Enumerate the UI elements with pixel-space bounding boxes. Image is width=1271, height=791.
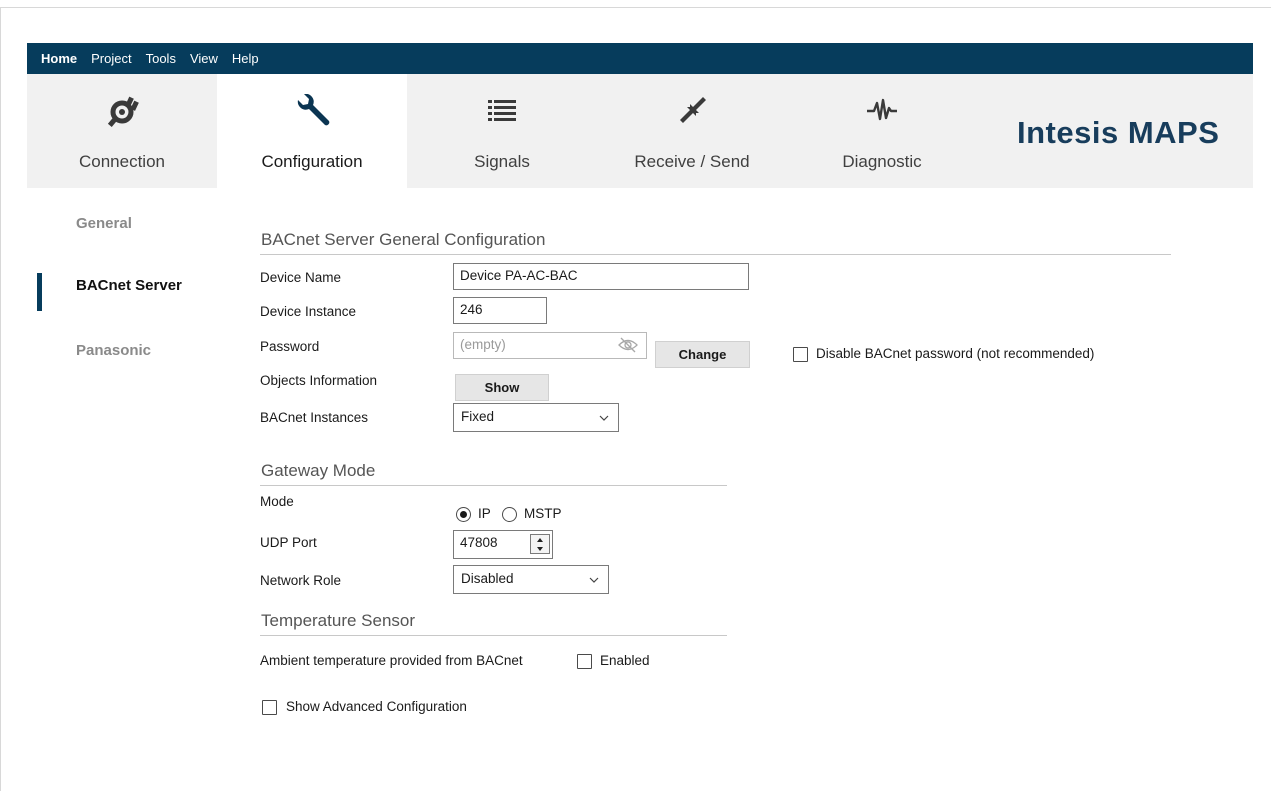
section-title-general: BACnet Server General Configuration [261,230,546,249]
tab-label: Receive / Send [634,152,750,171]
menu-project[interactable]: Project [91,51,131,66]
ribbon: Connection Configuration Signals Receive… [27,74,1253,188]
mode-ip-radio[interactable] [456,507,471,522]
stepper-down-icon[interactable] [531,544,549,553]
objects-info-label: Objects Information [260,373,378,388]
chevron-down-icon [598,412,610,427]
tab-receive-send[interactable]: Receive / Send [597,74,787,188]
section-title-temperature: Temperature Sensor [261,611,416,630]
network-role-label: Network Role [260,573,342,588]
tab-label: Configuration [261,152,363,171]
tab-label: Signals [474,152,530,171]
transfer-arrows-icon [597,94,787,128]
ambient-enabled-label: Enabled [600,653,650,668]
app-window: Home Project Tools View Help Connection [0,7,1271,791]
list-icon [407,94,597,128]
bacnet-instances-value: Fixed [461,409,495,424]
section-title-gateway: Gateway Mode [261,461,376,480]
tab-connection[interactable]: Connection [27,74,217,188]
show-advanced-label: Show Advanced Configuration [286,699,467,714]
device-name-label: Device Name [260,270,342,285]
network-role-value: Disabled [461,571,514,586]
section-divider [260,254,1171,255]
mode-label: Mode [260,494,294,509]
stepper-up-icon[interactable] [531,535,549,544]
menu-help[interactable]: Help [232,51,259,66]
ambient-enabled-checkbox[interactable] [577,654,592,669]
eye-hidden-icon[interactable] [618,336,638,357]
mode-mstp-label: MSTP [524,506,562,521]
tab-diagnostic[interactable]: Diagnostic [787,74,977,188]
udp-port-stepper[interactable] [530,534,550,554]
menu-tools[interactable]: Tools [146,51,176,66]
sidebar-item-panasonic[interactable]: Panasonic [76,342,151,359]
device-instance-label: Device Instance [260,304,357,319]
password-field[interactable]: (empty) [453,332,647,359]
bacnet-instances-select[interactable]: Fixed [453,403,619,432]
disable-password-label: Disable BACnet password (not recommended… [816,346,1095,361]
sidebar-item-general[interactable]: General [76,215,132,232]
menu-home[interactable]: Home [41,51,77,66]
sidebar-active-marker [37,273,42,311]
menu-view[interactable]: View [190,51,218,66]
chevron-down-icon [588,574,600,589]
change-password-button[interactable]: Change [655,341,750,368]
sidebar-item-bacnet-server[interactable]: BACnet Server [76,277,182,294]
network-role-select[interactable]: Disabled [453,565,609,594]
mode-ip-label: IP [478,506,491,521]
device-name-field[interactable]: Device PA-AC-BAC [453,263,749,290]
password-placeholder: (empty) [460,337,506,352]
show-objects-button[interactable]: Show [455,374,549,401]
show-advanced-checkbox[interactable] [262,700,277,715]
brand-logo: Intesis MAPS [1017,115,1220,150]
tab-configuration[interactable]: Configuration [217,74,407,188]
udp-port-label: UDP Port [260,535,317,550]
device-instance-field[interactable]: 246 [453,297,547,324]
wrench-icon [217,94,407,128]
udp-port-value: 47808 [460,535,498,550]
bacnet-instances-label: BACnet Instances [260,410,369,425]
section-divider [260,635,727,636]
mode-mstp-radio[interactable] [502,507,517,522]
disable-password-checkbox[interactable] [793,347,808,362]
tab-label: Diagnostic [842,152,922,171]
tab-signals[interactable]: Signals [407,74,597,188]
ambient-temperature-label: Ambient temperature provided from BACnet [260,653,523,668]
menu-bar: Home Project Tools View Help [27,43,1253,74]
waveform-icon [787,94,977,128]
tab-label: Connection [78,152,165,171]
plug-icon [27,94,217,128]
password-label: Password [260,339,320,354]
section-divider [260,485,727,486]
